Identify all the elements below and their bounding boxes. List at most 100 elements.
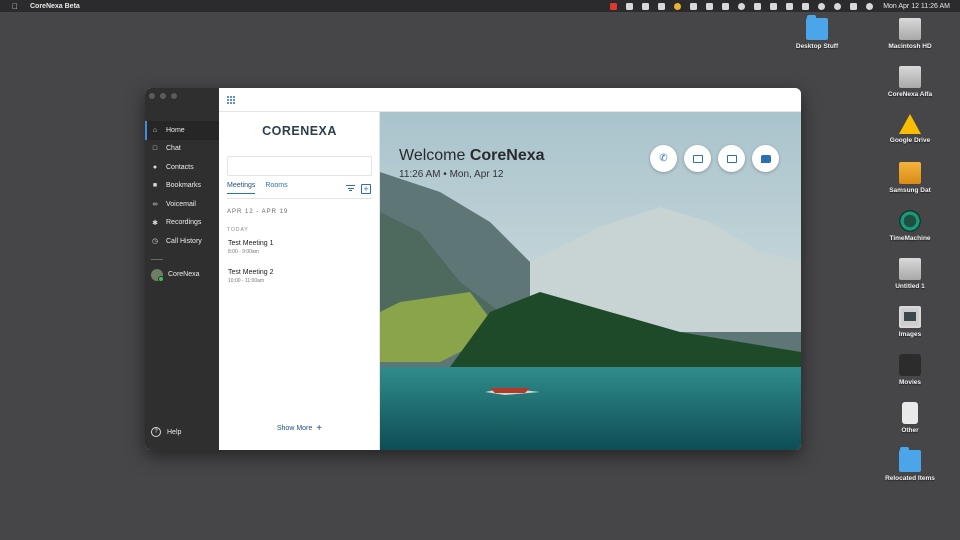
status-area: Mon Apr 12 11:26 AM [605,0,960,12]
welcome-name: CoreNexa [469,147,545,164]
share-screen-button[interactable] [718,145,745,172]
desktop-icon-relocated-items[interactable]: Relocated Items [875,447,945,482]
sidebar-item-recordings[interactable]: ✱ Recordings [145,214,219,233]
desktop-icon-samsung-dat[interactable]: Samsung Dat [875,162,945,194]
sidebar-item-bookmarks[interactable]: ■ Bookmarks [145,177,219,196]
sidebar-item-contacts[interactable]: ● Contacts [145,158,219,177]
call-history-icon: ◷ [151,238,159,246]
help-label: Help [167,428,182,436]
time-machine-icon[interactable] [733,0,749,12]
avatar [151,268,164,282]
phone-icon: ✆ [659,152,668,164]
hard-drive-icon [899,258,921,280]
desktop-icon-macintosh-hd[interactable]: Macintosh HD [875,18,945,50]
show-more-button[interactable]: Show More + [219,422,380,434]
sidebar-divider [151,258,163,260]
app-menu[interactable]: CoreNexa Beta [30,3,80,10]
google-drive-icon [899,114,921,134]
tab-divider [227,198,372,199]
tab-rooms[interactable]: Rooms [265,182,287,194]
close-window-button[interactable] [149,93,155,99]
desktop-icon-label: Relocated Items [885,475,935,482]
sidebar-item-label: Recordings [166,219,202,227]
message-button[interactable] [752,145,779,172]
sidebar-item-label: Call History [166,237,202,245]
help-button[interactable]: ? Help [151,427,181,437]
desktop-icon-movies[interactable]: Movies [875,354,945,386]
sidebar-item-home[interactable]: ⌂ Home [145,121,219,140]
meeting-item[interactable]: Test Meeting 2 10:00 - 11:00am [228,269,368,284]
desktop-icon-label: Images [898,331,922,338]
user-icon[interactable] [813,0,829,12]
welcome-heading: Welcome CoreNexa [399,147,545,165]
sidebar-user-name: CoreNexa [168,271,200,279]
call-button[interactable]: ✆ [650,145,677,172]
desktop-icon-corenexa-alfa[interactable]: CoreNexa Alfa [875,66,945,98]
pinwheel-icon[interactable] [669,0,685,12]
corenexa-logo: CORENEXA [262,124,337,138]
sidebar-item-chat[interactable]: □ Chat [145,140,219,159]
desktop-icon-google-drive[interactable]: Google Drive [875,114,945,144]
image-volume-icon [899,306,921,328]
filter-icon[interactable] [346,185,355,192]
home-icon: ⌂ [152,126,158,134]
desktop-icon-desktop-stuff[interactable]: Desktop Stuff [782,15,852,50]
sidebar-item-call-history[interactable]: ◷ Call History [145,232,219,251]
desktop-icon-label: Samsung Dat [889,187,931,194]
bookmarks-icon: ■ [152,182,158,190]
apple-menu-icon[interactable]:  [10,1,20,11]
dialpad-icon[interactable] [227,96,235,104]
search-input[interactable] [227,156,372,176]
top-bar [219,88,801,112]
sidebar: ⌂ Home □ Chat ● Contacts ■ Bookmarks ∞ V… [145,88,219,450]
wifi-icon[interactable] [797,0,813,12]
malwarebytes-icon[interactable] [637,0,653,12]
date-range: APR 12 - APR 19 [227,209,289,215]
add-meeting-icon[interactable]: + [361,184,371,194]
hard-drive-icon [899,66,921,88]
tab-meetings[interactable]: Meetings [227,182,256,194]
flag-icon[interactable] [749,0,765,12]
meeting-title: Test Meeting 2 [228,269,274,276]
screen-icon[interactable] [717,0,733,12]
meeting-item[interactable]: Test Meeting 1 8:00 - 9:00am [228,240,368,255]
control-center-icon[interactable] [845,0,861,12]
search-icon[interactable] [829,0,845,12]
sidebar-item-voicemail[interactable]: ∞ Voicemail [145,195,219,214]
sidebar-item-profile[interactable]: CoreNexa [145,266,219,285]
desktop-icon-images[interactable]: Images [875,306,945,338]
desktop-icon-other[interactable]: Other [875,402,945,434]
menu-clock[interactable]: Mon Apr 12 11:26 AM [883,3,950,10]
shield-icon[interactable] [621,0,637,12]
share-screen-icon [726,154,737,163]
cast-icon[interactable] [701,0,717,12]
voicemail-icon: ∞ [152,200,158,208]
app-window: ⌂ Home □ Chat ● Contacts ■ Bookmarks ∞ V… [145,88,801,450]
desktop-icon-timemachine[interactable]: TimeMachine [875,210,945,242]
folder-icon [806,15,828,40]
notes-icon[interactable] [653,0,669,12]
recordings-icon: ✱ [152,219,158,227]
desktop-icon-label: TimeMachine [889,235,931,242]
record-icon[interactable] [605,0,621,12]
usb-drive-icon [902,402,918,424]
headphones-icon[interactable] [685,0,701,12]
meeting-title: Test Meeting 1 [228,240,274,247]
minimize-window-button[interactable] [160,93,166,99]
battery-icon[interactable] [781,0,797,12]
movies-volume-icon [899,354,921,376]
meeting-time: 8:00 - 9:00am [228,249,259,255]
desktop-icon-label: Other [901,427,919,434]
plus-icon: + [316,423,323,434]
folder-icon [899,447,921,472]
bluetooth-icon[interactable] [765,0,781,12]
quick-actions: ✆ [650,145,779,172]
join-meeting-button[interactable] [684,145,711,172]
menu-bar:  CoreNexa Beta Mon Apr 12 11:26 AM [0,0,960,12]
sidebar-item-label: Home [166,126,185,134]
zoom-window-button[interactable] [171,93,177,99]
siri-icon[interactable] [861,0,877,12]
sidebar-item-label: Chat [166,145,181,153]
chat-icon: □ [152,145,158,153]
desktop-icon-untitled-1[interactable]: Untitled 1 [875,258,945,290]
